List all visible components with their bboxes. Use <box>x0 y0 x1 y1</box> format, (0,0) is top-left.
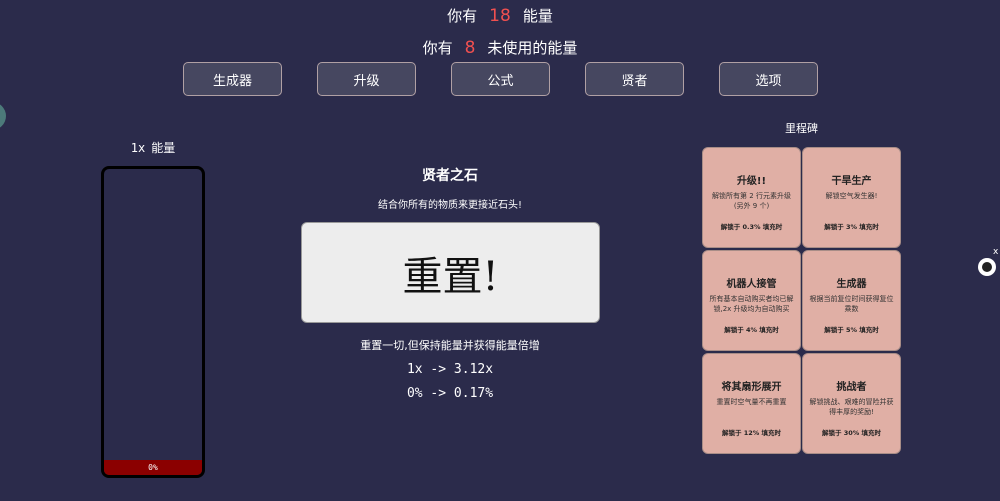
percent-change: 0% -> 0.17% <box>406 386 494 401</box>
energy-fill: 0% <box>104 460 202 475</box>
milestone-requirement: 解锁于 12% 填充时 <box>721 429 782 437</box>
milestones-title: 里程碑 <box>785 122 818 135</box>
milestone-desc: 解锁挑战、艰难的冒险并获得丰厚的奖励! <box>809 398 894 416</box>
milestone-title: 生成器 <box>836 279 867 290</box>
milestone-requirement: 解锁于 3% 填充时 <box>824 223 879 231</box>
sage-subtitle: 结合你所有的物质来更接近石头! <box>377 200 522 211</box>
milestone-desc: 所有基本自动购买者均已解锁,2x 升级均为自动购买 <box>709 295 794 313</box>
milestone-requirement: 解锁于 30% 填充时 <box>821 429 882 437</box>
close-icon[interactable]: x <box>993 247 998 257</box>
multiplier-unit: 能量 <box>151 141 176 155</box>
milestone-desc: 重置时空气量不再重置 <box>716 398 787 406</box>
milestone-title: 将其扇形展开 <box>721 382 782 393</box>
milestone-title: 机器人接管 <box>726 279 777 290</box>
unused-value: 8 <box>464 38 476 58</box>
github-icon[interactable] <box>978 258 996 276</box>
milestone-title: 干旱生产 <box>831 176 872 187</box>
sage-title: 贤者之石 <box>422 168 478 184</box>
milestone-card: 升级!! 解锁所有第 2 行元素升级 (另外 9 个) 解锁于 0.3% 填充时 <box>702 147 801 248</box>
tab-generators[interactable]: 生成器 <box>183 62 282 96</box>
milestone-card: 挑战者 解锁挑战、艰难的冒险并获得丰厚的奖励! 解锁于 30% 填充时 <box>802 353 901 454</box>
tab-options[interactable]: 选项 <box>719 62 818 96</box>
multiplier-value: 1x <box>130 141 146 155</box>
energy-multiplier-label: 1x 能量 <box>100 139 206 156</box>
milestone-card: 生成器 根据当前复位时间获得复位乘数 解锁于 5% 填充时 <box>802 250 901 351</box>
milestone-title: 升级!! <box>736 176 767 187</box>
milestone-requirement: 解锁于 5% 填充时 <box>824 326 879 334</box>
milestone-desc: 解锁所有第 2 行元素升级 (另外 9 个) <box>712 192 791 210</box>
energy-value: 18 <box>489 6 511 26</box>
tab-sage[interactable]: 贤者 <box>585 62 684 96</box>
side-drawer-handle[interactable] <box>0 102 6 130</box>
energy-total: 你有 18 能量 <box>0 5 1000 26</box>
tab-formulas[interactable]: 公式 <box>451 62 550 96</box>
unused-suffix: 未使用的能量 <box>487 39 578 57</box>
multiplier-change: 1x -> 3.12x <box>406 362 494 377</box>
reset-description: 重置一切,但保持能量并获得能量倍增 <box>360 339 540 352</box>
energy-suffix: 能量 <box>522 7 553 25</box>
reset-button[interactable]: 重置! <box>301 222 600 323</box>
milestone-desc: 根据当前复位时间获得复位乘数 <box>809 295 894 313</box>
tab-upgrades[interactable]: 升级 <box>317 62 416 96</box>
milestone-card: 干旱生产 解锁空气发生器! 解锁于 3% 填充时 <box>802 147 901 248</box>
milestone-title: 挑战者 <box>836 382 867 393</box>
milestone-card: 将其扇形展开 重置时空气量不再重置 解锁于 12% 填充时 <box>702 353 801 454</box>
milestone-card: 机器人接管 所有基本自动购买者均已解锁,2x 升级均为自动购买 解锁于 4% 填… <box>702 250 801 351</box>
unused-prefix: 你有 <box>422 39 453 57</box>
energy-prefix: 你有 <box>447 7 478 25</box>
milestone-desc: 解锁空气发生器! <box>825 192 878 200</box>
energy-fill-text: 0% <box>148 463 158 472</box>
milestone-requirement: 解锁于 0.3% 填充时 <box>720 223 783 231</box>
milestone-requirement: 解锁于 4% 填充时 <box>724 326 779 334</box>
unused-energy: 你有 8 未使用的能量 <box>0 37 1000 58</box>
energy-fill-bar: 0% <box>101 166 205 478</box>
